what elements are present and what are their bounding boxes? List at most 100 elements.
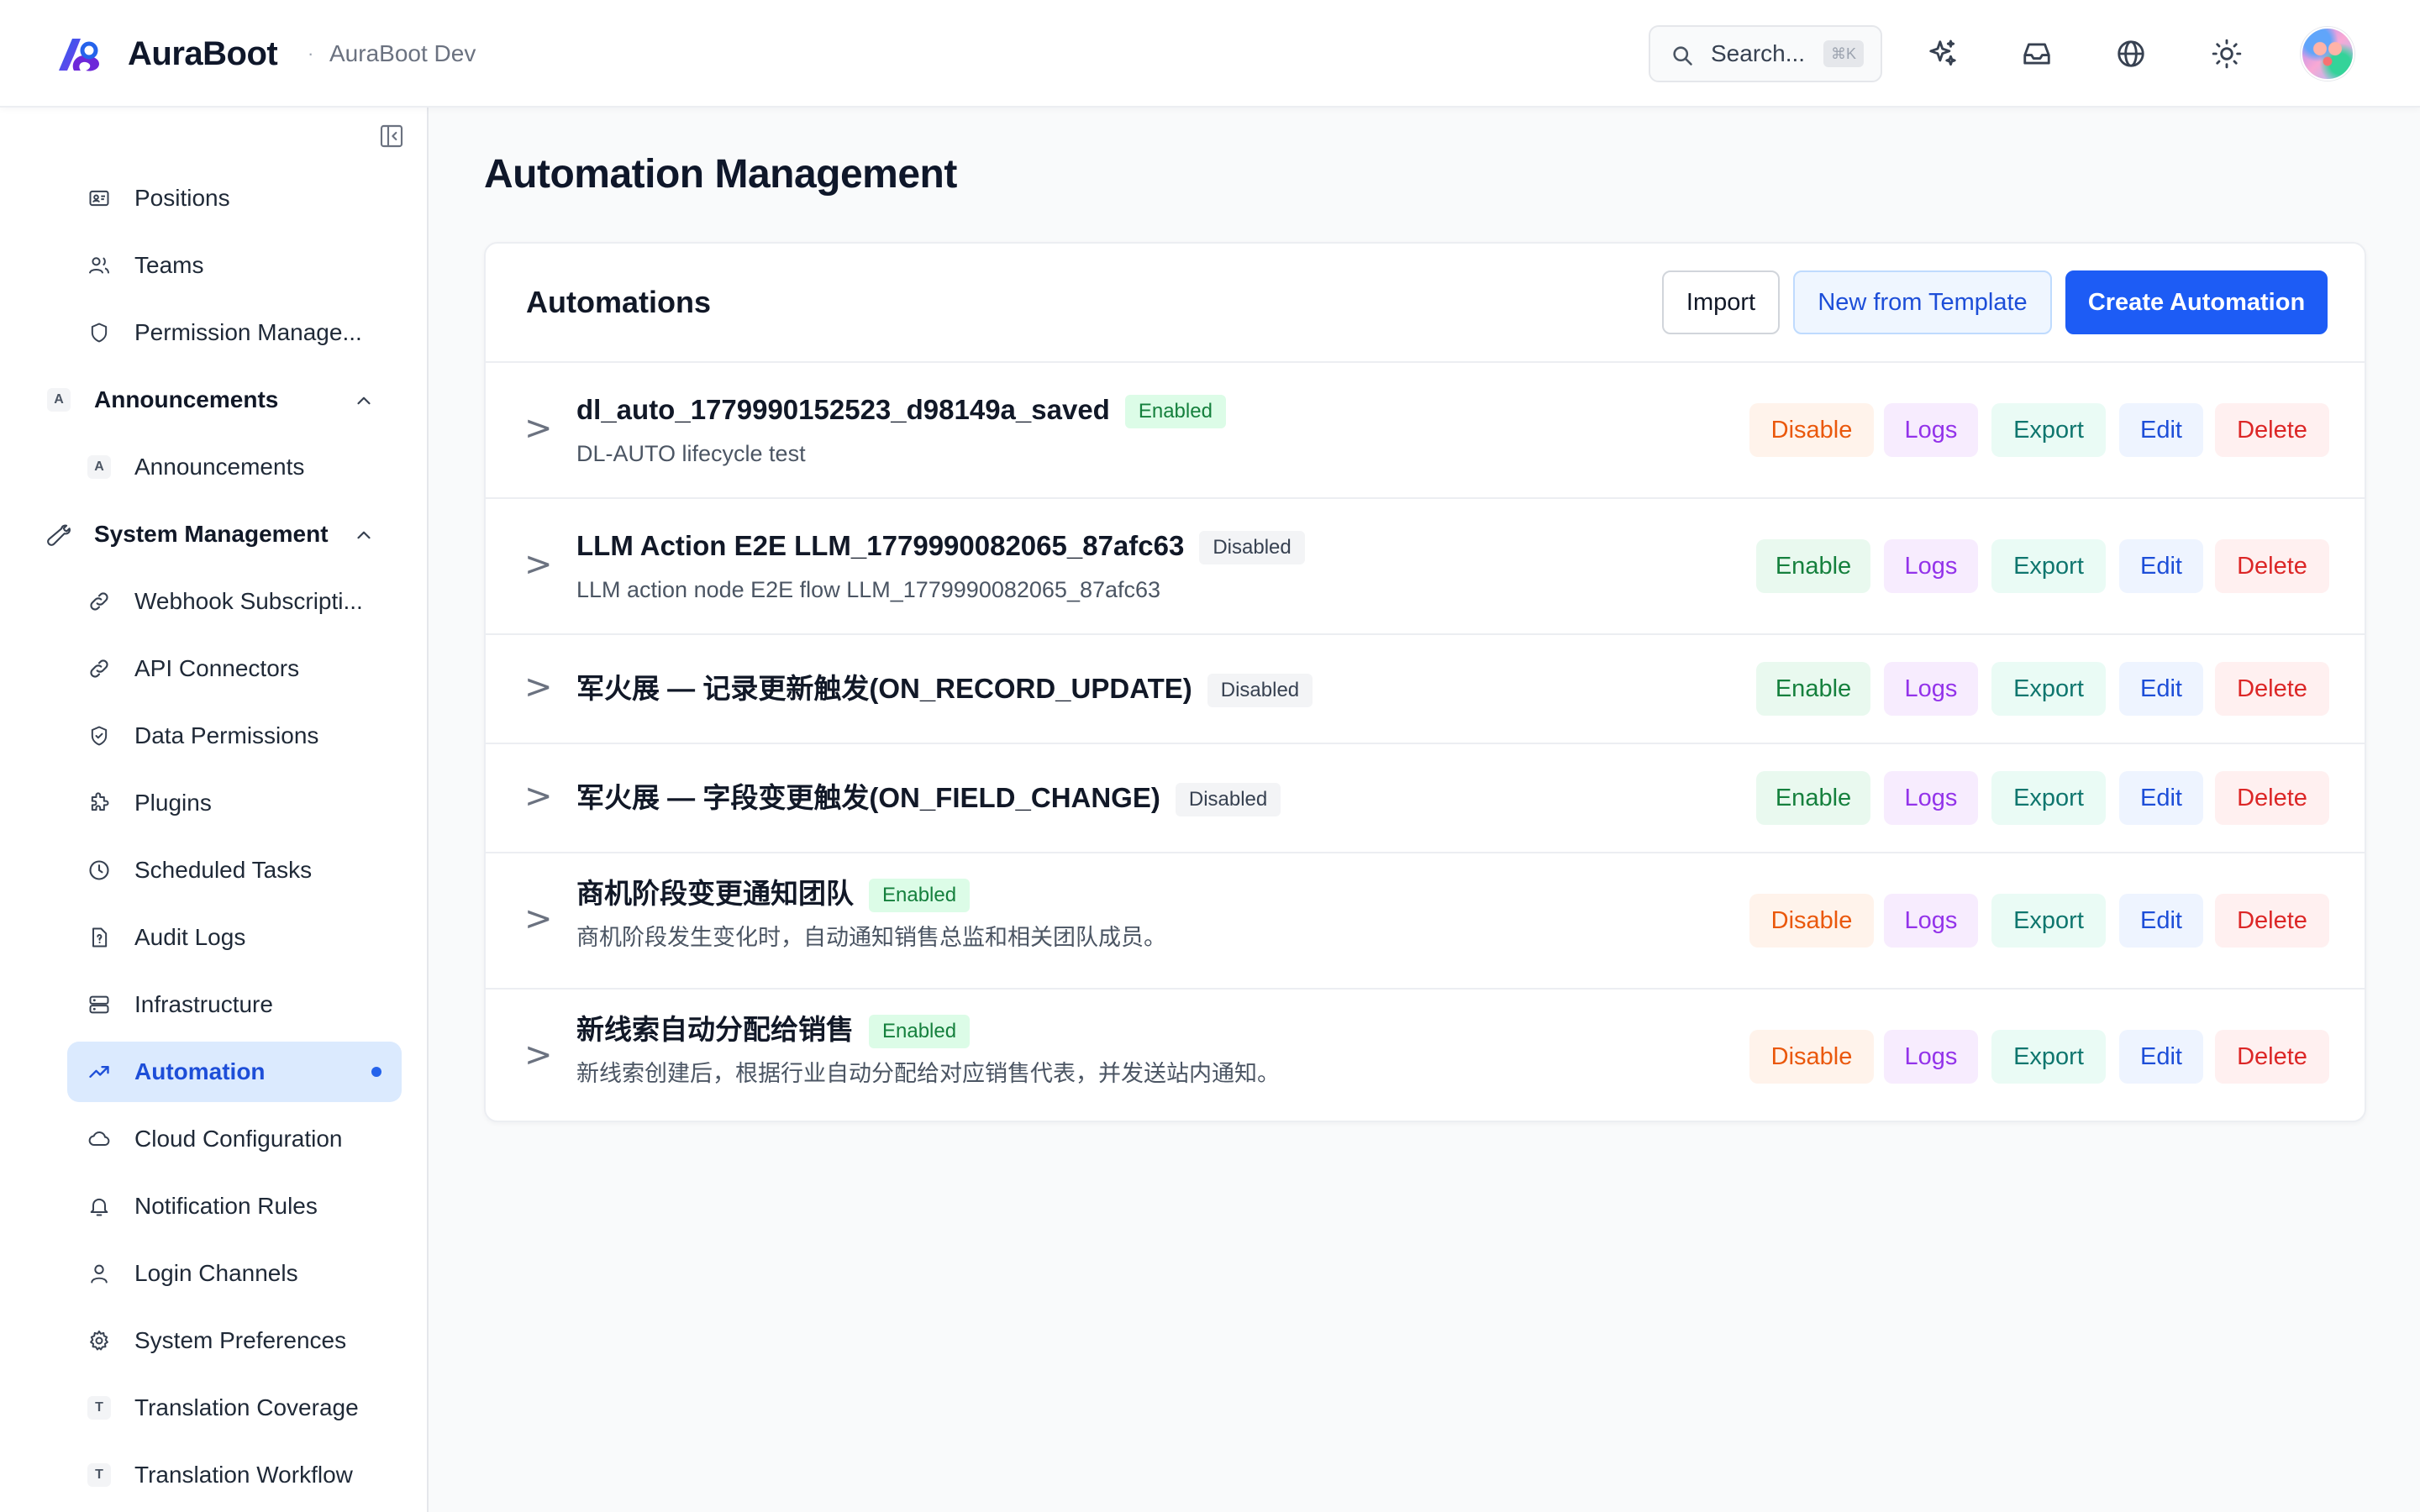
delete-button[interactable]: Delete	[2215, 539, 2329, 593]
edit-button[interactable]: Edit	[2119, 662, 2203, 716]
chevron-up-icon[interactable]	[353, 524, 375, 546]
expand-chevron-icon[interactable]: >	[524, 548, 555, 581]
user-icon	[87, 1262, 111, 1285]
file-question-icon	[87, 926, 111, 949]
brand-separator: ·	[308, 43, 314, 64]
sidebar-item-scheduled-tasks[interactable]: Scheduled Tasks	[67, 840, 402, 900]
server-icon	[87, 993, 111, 1016]
inbox-icon[interactable]	[2013, 30, 2060, 77]
delete-button[interactable]: Delete	[2215, 1030, 2329, 1084]
new-from-template-button[interactable]: New from Template	[1793, 270, 2052, 334]
automation-description: DL-AUTO lifecycle test	[576, 441, 806, 466]
automation-row: > 新线索自动分配给销售 Enabled 新线索创建后，根据行业自动分配给对应销售…	[486, 988, 2365, 1121]
globe-icon[interactable]	[2107, 30, 2154, 77]
edit-button[interactable]: Edit	[2119, 1030, 2203, 1084]
export-button[interactable]: Export	[1991, 771, 2106, 825]
delete-button[interactable]: Delete	[2215, 403, 2329, 457]
automation-name[interactable]: dl_auto_1779990152523_d98149a_saved Enabl…	[576, 391, 1226, 429]
logs-button[interactable]: Logs	[1884, 771, 1978, 825]
expand-chevron-icon[interactable]: >	[524, 1038, 555, 1072]
enable-button[interactable]: Enable	[1756, 771, 1870, 825]
export-button[interactable]: Export	[1991, 662, 2106, 716]
sidebar-item-system-preferences[interactable]: System Preferences	[67, 1310, 402, 1371]
user-avatar[interactable]	[2301, 27, 2354, 81]
letter-a-icon: A	[87, 455, 111, 479]
automation-name[interactable]: 军火展 — 字段变更触发(ON_FIELD_CHANGE) Disabled	[576, 780, 1281, 817]
automation-name[interactable]: LLM Action E2E LLM_1779990082065_87afc63…	[576, 528, 1305, 565]
enable-button[interactable]: Enable	[1756, 539, 1870, 593]
sidebar-item-announcements[interactable]: A Announcements	[67, 437, 402, 497]
automation-description: LLM action node E2E flow LLM_17799900820…	[576, 577, 1161, 602]
sidebar-item-teams[interactable]: Teams	[67, 235, 402, 296]
sidebar-item-cloud-configuration[interactable]: Cloud Configuration	[67, 1109, 402, 1169]
delete-button[interactable]: Delete	[2215, 894, 2329, 948]
enable-button[interactable]: Enable	[1756, 662, 1870, 716]
users-icon	[87, 254, 111, 277]
letter-a-icon: A	[47, 388, 71, 412]
edit-button[interactable]: Edit	[2119, 894, 2203, 948]
search-placeholder: Search...	[1711, 40, 1806, 66]
expand-chevron-icon[interactable]: >	[524, 412, 555, 445]
chevron-up-icon[interactable]	[353, 390, 375, 412]
sidebar-item-permission-management[interactable]: Permission Manage...	[67, 302, 402, 363]
expand-chevron-icon[interactable]: >	[524, 670, 555, 704]
letter-t-icon: T	[87, 1396, 111, 1420]
logs-button[interactable]: Logs	[1884, 662, 1978, 716]
automation-name[interactable]: 军火展 — 记录更新触发(ON_RECORD_UPDATE) Disabled	[576, 670, 1313, 708]
search-box[interactable]: Search... ⌘K	[1649, 25, 1882, 82]
export-button[interactable]: Export	[1991, 403, 2106, 457]
sidebar-item-webhook-subscriptions[interactable]: Webhook Subscripti...	[67, 571, 402, 632]
active-indicator	[371, 1067, 381, 1077]
disable-button[interactable]: Disable	[1749, 1030, 1874, 1084]
disable-button[interactable]: Disable	[1749, 894, 1874, 948]
expand-chevron-icon[interactable]: >	[524, 902, 555, 936]
sidebar: Positions Teams Permission Manage... A A…	[0, 108, 429, 1512]
sidebar-item-api-connectors[interactable]: API Connectors	[67, 638, 402, 699]
card-title: Automations	[526, 285, 711, 319]
logs-button[interactable]: Logs	[1884, 1030, 1978, 1084]
sidebar-item-notification-rules[interactable]: Notification Rules	[67, 1176, 402, 1236]
edit-button[interactable]: Edit	[2119, 403, 2203, 457]
delete-button[interactable]: Delete	[2215, 662, 2329, 716]
import-button[interactable]: Import	[1662, 270, 1780, 334]
disable-button[interactable]: Disable	[1749, 403, 1874, 457]
auraboot-logo-icon[interactable]	[55, 34, 104, 74]
shield-icon	[87, 321, 111, 344]
search-icon	[1670, 44, 1694, 67]
expand-chevron-icon[interactable]: >	[524, 780, 555, 813]
sidebar-group-announcements[interactable]: A Announcements	[27, 370, 402, 430]
status-badge: Enabled	[869, 1015, 971, 1049]
export-button[interactable]: Export	[1991, 894, 2106, 948]
brand-name[interactable]: AuraBoot	[128, 30, 278, 77]
sidebar-collapse-icon[interactable]	[378, 123, 405, 150]
sidebar-group-system-management[interactable]: System Management	[27, 504, 402, 564]
sidebar-item-data-permissions[interactable]: Data Permissions	[67, 706, 402, 766]
sidebar-item-login-channels[interactable]: Login Channels	[67, 1243, 402, 1304]
automations-card: Automations Import New from Template Cre…	[484, 242, 2366, 1122]
sidebar-item-translation-workflow[interactable]: T Translation Workflow	[67, 1445, 402, 1505]
edit-button[interactable]: Edit	[2119, 771, 2203, 825]
logs-button[interactable]: Logs	[1884, 539, 1978, 593]
automation-name[interactable]: 新线索自动分配给销售 Enabled	[576, 1011, 971, 1049]
delete-button[interactable]: Delete	[2215, 771, 2329, 825]
export-button[interactable]: Export	[1991, 539, 2106, 593]
edit-button[interactable]: Edit	[2119, 539, 2203, 593]
sidebar-item-automation[interactable]: Automation	[67, 1042, 402, 1102]
sun-icon[interactable]	[2203, 30, 2250, 77]
top-header: AuraBoot · AuraBoot Dev Search... ⌘K	[0, 0, 2420, 108]
sparkles-icon[interactable]	[1919, 30, 1966, 77]
sidebar-item-positions[interactable]: Positions	[67, 168, 402, 228]
logs-button[interactable]: Logs	[1884, 403, 1978, 457]
sidebar-item-infrastructure[interactable]: Infrastructure	[67, 974, 402, 1035]
sidebar-item-translation-coverage[interactable]: T Translation Coverage	[67, 1378, 402, 1438]
create-automation-button[interactable]: Create Automation	[2065, 270, 2328, 334]
puzzle-icon	[87, 791, 111, 815]
logs-button[interactable]: Logs	[1884, 894, 1978, 948]
shield-check-icon	[87, 724, 111, 748]
automation-name[interactable]: 商机阶段变更通知团队 Enabled	[576, 875, 971, 913]
export-button[interactable]: Export	[1991, 1030, 2106, 1084]
bell-icon	[87, 1194, 111, 1218]
sidebar-item-plugins[interactable]: Plugins	[67, 773, 402, 833]
sidebar-item-audit-logs[interactable]: Audit Logs	[67, 907, 402, 968]
status-badge: Disabled	[1207, 674, 1313, 708]
